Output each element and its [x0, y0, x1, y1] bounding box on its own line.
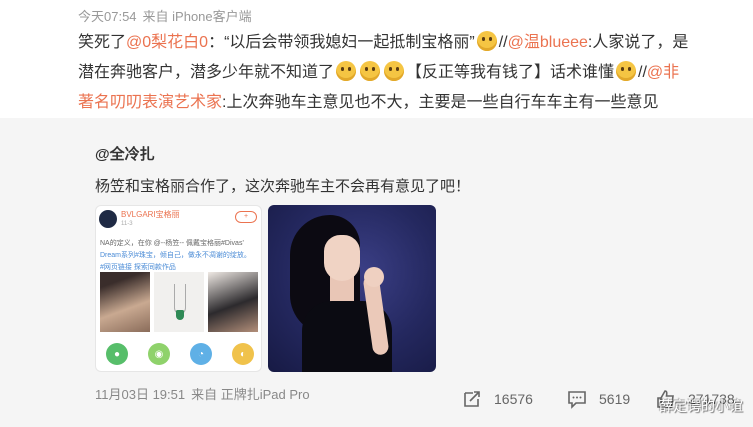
repost-text: 杨笠和宝格丽合作了，这次奔驰车主不会再有意见了吧！: [95, 178, 471, 195]
follow-button: +: [235, 211, 257, 223]
repost-icon: [464, 391, 480, 407]
avatar: [99, 210, 117, 228]
weibo-icon: ◐: [232, 343, 254, 365]
repost-author[interactable]: @全冷扎: [95, 143, 155, 164]
hand-shape: [364, 267, 384, 287]
text-segment: :上次奔驰车主意见也不大，主要是一些自行车车主有一些意见: [222, 94, 659, 111]
screenshot-account-name: BVLGARI宝格丽: [121, 210, 180, 219]
doge-emoji-icon: [384, 61, 405, 81]
text-segment: //: [498, 34, 508, 51]
screenshot-body-line: Dream系列#珠宝，倾自己，做永不凋谢的绽放。: [100, 252, 251, 259]
repost-footer: 11月03日 19:51 来自 正牌扎iPad Pro 16576 5619 27…: [0, 376, 753, 427]
post-text-line-2: 潜在奔驰客户，潜多少年就不知道了 【反正等我有钱了】话术谁懂 //@非: [78, 58, 753, 88]
post-text-line-3: 著名叨叨表演艺术家:上次奔驰车主意见也不大，主要是一些自行车车主有一些意见: [78, 88, 753, 118]
text-segment: ：“以后会带领我媳妇一起抵制宝格丽”: [208, 34, 475, 51]
screenshot-body: NA的定义，在你 @--杨笠-- 佩戴宝格丽#Divas' Dream系列#珠宝…: [100, 238, 260, 274]
share-icons: ● ◉ ◔ ◐: [96, 339, 261, 369]
repost-button[interactable]: 16576: [462, 389, 533, 409]
doge-emoji-icon: [360, 61, 381, 81]
post-source: 来自 iPhone客户端: [142, 9, 252, 24]
necklace-photo: [154, 272, 204, 332]
emerald-pendant: [176, 310, 184, 320]
repost-image-portrait[interactable]: [268, 205, 436, 372]
portrait-photo: [100, 272, 150, 332]
repost-meta: 11月03日 19:51 来自 正牌扎iPad Pro: [95, 384, 310, 403]
post-text-line-1: 笑死了@0梨花白0：“以后会带领我媳妇一起抵制宝格丽” //@温blueee:人家…: [78, 28, 753, 58]
doge-emoji-icon: [336, 61, 357, 81]
comment-button[interactable]: 5619: [567, 389, 630, 409]
text-segment: 笑死了: [78, 34, 127, 51]
text-segment: 【反正等我有钱了】话术谁懂: [406, 64, 615, 81]
mention-link[interactable]: 著名叨叨表演艺术家: [78, 94, 222, 111]
moments-icon: ◉: [148, 343, 170, 365]
screenshot-header: BVLGARI宝格丽 11-3 +: [96, 206, 261, 236]
repost-timestamp[interactable]: 11月03日 19:51: [95, 387, 185, 402]
text-segment: :人家说了，是: [587, 34, 689, 51]
portrait-photo: [208, 272, 258, 332]
watermark: 薛定谔的小谊: [659, 398, 743, 414]
post-timestamp[interactable]: 今天07:54: [78, 9, 137, 24]
comment-count: 5619: [599, 391, 631, 407]
weibo-post: 今天07:54 来自 iPhone客户端 笑死了@0梨花白0：“以后会带领我媳妇一…: [0, 0, 753, 118]
text-segment: 潜在奔驰客户，潜多少年就不知道了: [78, 64, 335, 81]
face-shape: [324, 235, 360, 281]
mention-link[interactable]: @0梨花白0: [126, 34, 208, 51]
post-text: 笑死了@0梨花白0：“以后会带领我媳妇一起抵制宝格丽”//@温blueee:人家…: [78, 28, 753, 118]
screenshot-time: 11-3: [121, 221, 133, 227]
mention-link[interactable]: @温blueee: [508, 34, 588, 51]
post-meta: 今天07:54 来自 iPhone客户端: [78, 6, 252, 25]
repost-source: 来自 正牌扎iPad Pro: [191, 387, 310, 402]
wechat-icon: ●: [106, 343, 128, 365]
comment-icon: [568, 391, 586, 409]
doge-emoji-icon: [476, 31, 497, 51]
screenshot-images: [100, 272, 258, 332]
qq-icon: ◔: [190, 343, 212, 365]
screenshot-body-line: NA的定义，在你 @--杨笠-- 佩戴宝格丽#Divas': [100, 240, 244, 247]
repost-count: 16576: [494, 391, 533, 407]
mention-link[interactable]: @非: [647, 64, 679, 81]
text-segment: //: [638, 64, 647, 81]
doge-emoji-icon: [616, 61, 637, 81]
repost-image-screenshot[interactable]: BVLGARI宝格丽 11-3 + NA的定义，在你 @--杨笠-- 佩戴宝格丽…: [95, 205, 262, 372]
